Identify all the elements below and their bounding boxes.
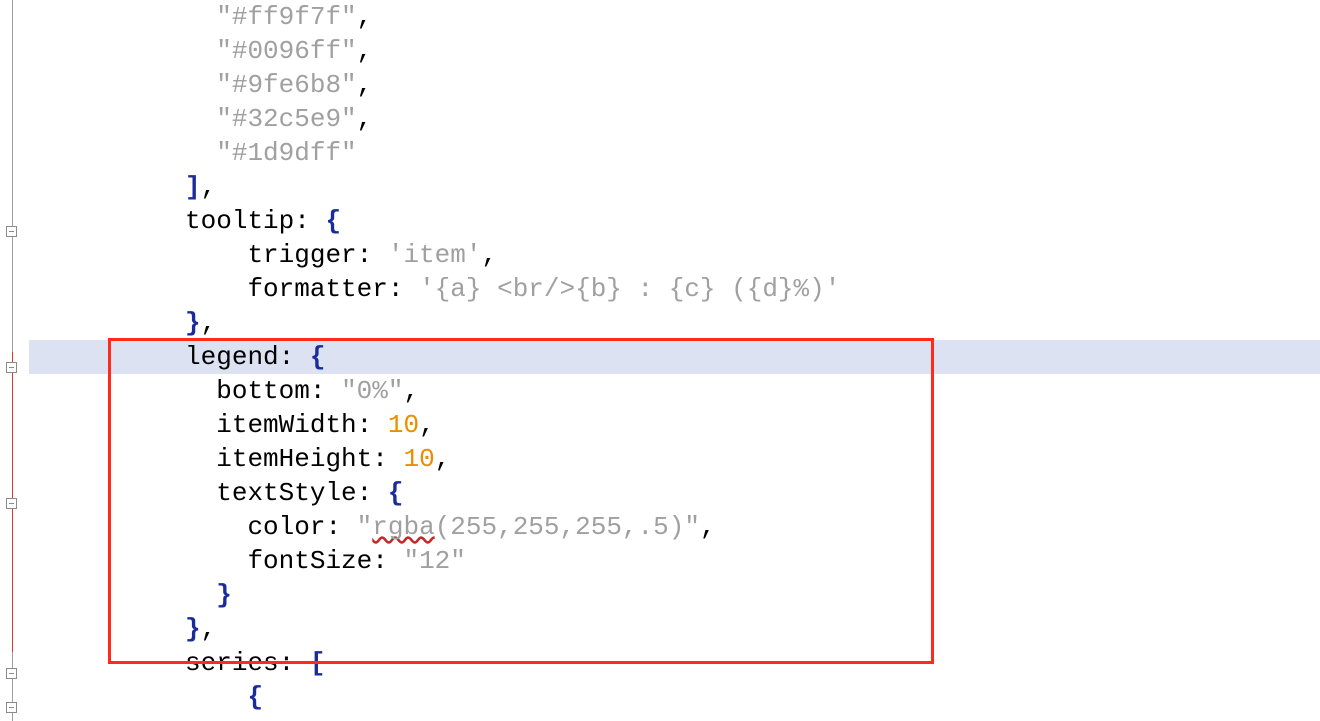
code-token: "#32c5e9" bbox=[216, 104, 356, 134]
code-token: , bbox=[435, 444, 451, 474]
code-token: } bbox=[185, 308, 201, 338]
code-token: , bbox=[357, 2, 373, 32]
code-token: trigger: bbox=[247, 240, 387, 270]
code-token: , bbox=[357, 36, 373, 66]
code-token: itemWidth: bbox=[216, 410, 388, 440]
code-token: , bbox=[201, 614, 217, 644]
code-line[interactable]: trigger: 'item', bbox=[29, 238, 1320, 272]
code-line[interactable]: series: [ bbox=[29, 646, 1320, 680]
fold-toggle-icon[interactable] bbox=[6, 226, 17, 237]
code-line[interactable]: "#0096ff", bbox=[29, 34, 1320, 68]
code-token: , bbox=[201, 308, 217, 338]
code-token: formatter: bbox=[247, 274, 419, 304]
code-line[interactable]: formatter: '{a} <br/>{b} : {c} ({d}%)' bbox=[29, 272, 1320, 306]
fold-toggle-icon[interactable] bbox=[6, 668, 17, 679]
code-token: color: bbox=[247, 512, 356, 542]
code-area[interactable]: "#ff9f7f", "#0096ff", "#9fe6b8", "#32c5e… bbox=[25, 0, 1320, 721]
code-token: , bbox=[357, 70, 373, 100]
code-token: rgba bbox=[372, 512, 434, 542]
code-line[interactable]: "#1d9dff" bbox=[29, 136, 1320, 170]
code-line[interactable]: }, bbox=[29, 306, 1320, 340]
code-token: "#0096ff" bbox=[216, 36, 356, 66]
code-line[interactable]: fontSize: "12" bbox=[29, 544, 1320, 578]
code-token: } bbox=[216, 580, 232, 610]
code-token: "#1d9dff" bbox=[216, 138, 356, 168]
code-line[interactable]: "#32c5e9", bbox=[29, 102, 1320, 136]
code-token: , bbox=[482, 240, 498, 270]
code-line[interactable]: } bbox=[29, 578, 1320, 612]
code-token: "0%" bbox=[341, 376, 403, 406]
code-token: , bbox=[700, 512, 716, 542]
code-token: "#ff9f7f" bbox=[216, 2, 356, 32]
code-token: } bbox=[185, 614, 201, 644]
code-line[interactable]: itemHeight: 10, bbox=[29, 442, 1320, 476]
code-line[interactable]: "#ff9f7f", bbox=[29, 0, 1320, 34]
code-token: , bbox=[201, 172, 217, 202]
code-editor[interactable]: "#ff9f7f", "#0096ff", "#9fe6b8", "#32c5e… bbox=[0, 0, 1320, 721]
code-token: tooltip: bbox=[185, 206, 325, 236]
code-line[interactable]: textStyle: { bbox=[29, 476, 1320, 510]
code-token: { bbox=[325, 206, 341, 236]
code-line[interactable]: itemWidth: 10, bbox=[29, 408, 1320, 442]
code-token: 10 bbox=[388, 410, 419, 440]
code-token: 10 bbox=[403, 444, 434, 474]
code-line[interactable]: { bbox=[29, 680, 1320, 714]
code-line[interactable]: "#9fe6b8", bbox=[29, 68, 1320, 102]
code-line[interactable]: }, bbox=[29, 612, 1320, 646]
code-token: 'item' bbox=[388, 240, 482, 270]
code-token: [ bbox=[310, 648, 326, 678]
code-token: "#9fe6b8" bbox=[216, 70, 356, 100]
code-token: legend: bbox=[185, 342, 310, 372]
code-token: , bbox=[403, 376, 419, 406]
code-token: " bbox=[357, 512, 373, 542]
code-line[interactable]: legend: { bbox=[29, 340, 1320, 374]
fold-gutter bbox=[0, 0, 25, 721]
code-line[interactable]: color: "rgba(255,255,255,.5)", bbox=[29, 510, 1320, 544]
fold-toggle-icon[interactable] bbox=[6, 702, 17, 713]
code-line[interactable]: bottom: "0%", bbox=[29, 374, 1320, 408]
code-token: '{a} <br/>{b} : {c} ({d}%)' bbox=[419, 274, 840, 304]
code-line[interactable]: ], bbox=[29, 170, 1320, 204]
code-token: , bbox=[357, 104, 373, 134]
code-token: ] bbox=[185, 172, 201, 202]
code-token: , bbox=[419, 410, 435, 440]
code-token: { bbox=[310, 342, 326, 372]
code-token: bottom: bbox=[216, 376, 341, 406]
code-token: fontSize: bbox=[247, 546, 403, 576]
code-token: series: bbox=[185, 648, 310, 678]
code-token: { bbox=[247, 682, 263, 712]
code-token: "12" bbox=[403, 546, 465, 576]
fold-toggle-icon[interactable] bbox=[6, 498, 17, 509]
fold-toggle-icon[interactable] bbox=[6, 362, 17, 373]
code-token: { bbox=[388, 478, 404, 508]
code-token: itemHeight: bbox=[216, 444, 403, 474]
code-token: (255,255,255,.5)" bbox=[435, 512, 700, 542]
code-token: textStyle: bbox=[216, 478, 388, 508]
code-line[interactable]: tooltip: { bbox=[29, 204, 1320, 238]
